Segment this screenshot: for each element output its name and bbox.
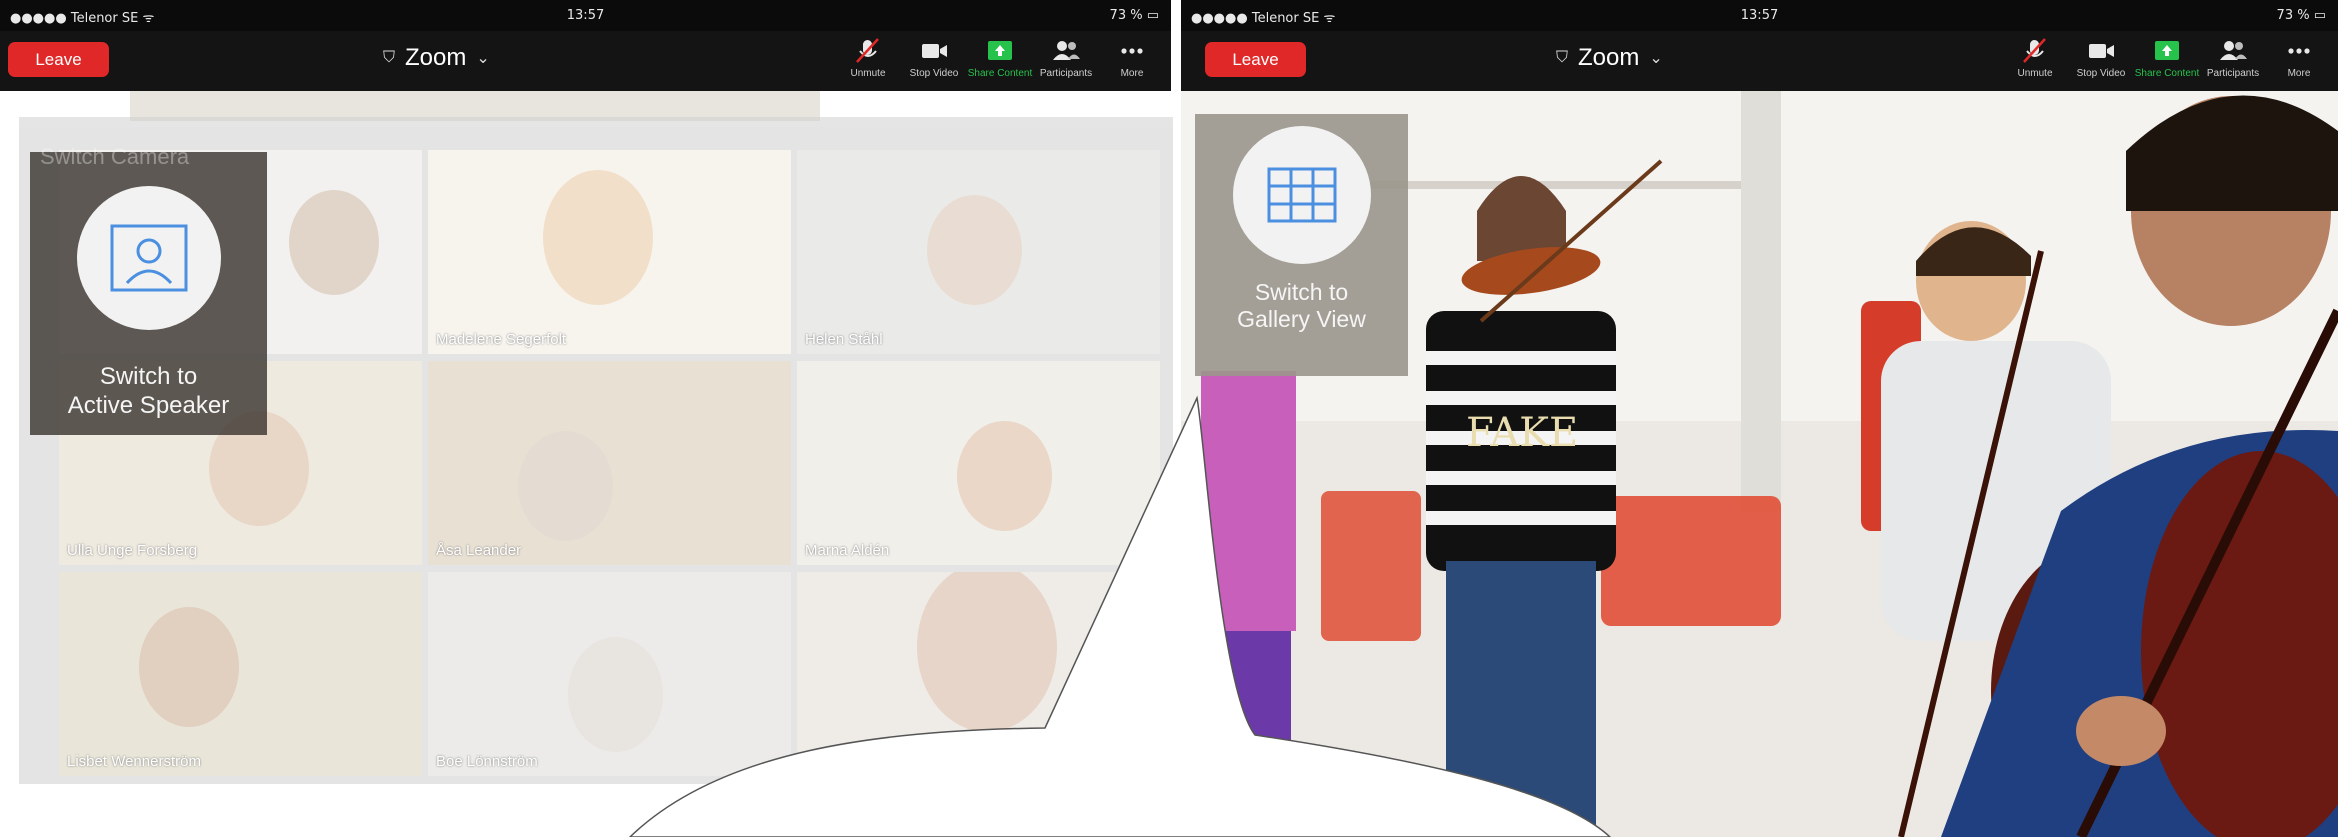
participant-face <box>917 572 1057 732</box>
switch-caption: Switch to Active Speaker <box>30 362 267 420</box>
stop-video-button[interactable]: Stop Video <box>2068 37 2134 87</box>
clock: 13:57 <box>566 8 605 23</box>
shirt-text: FAKE <box>1466 410 1578 456</box>
chevron-down-icon: ⌄ <box>476 50 490 67</box>
participant-face <box>957 421 1052 531</box>
switch-camera-label: Switch Camera <box>40 144 190 169</box>
ellipsis-icon <box>1121 48 1143 54</box>
microphone-muted-icon <box>856 38 879 63</box>
share-content-label: Share Content <box>2134 68 2200 79</box>
participant-name: Madelene Segerfolt <box>436 331 567 348</box>
gallery-tile[interactable]: Marna Aldén <box>797 361 1160 565</box>
meeting-title: Zoom <box>1578 44 1640 71</box>
unmute-label: Unmute <box>850 68 886 79</box>
meeting-title-dropdown[interactable]: ⛉ Zoom ⌄ <box>383 40 490 76</box>
participants-button[interactable]: Participants <box>1033 37 1099 87</box>
status-bar: ●●●●● Telenor SE ᯤ 13:57 73 % ▭ <box>0 0 1171 31</box>
leave-button[interactable]: Leave <box>8 42 109 77</box>
switch-caption: Switch to Gallery View <box>1195 279 1408 333</box>
stop-video-label: Stop Video <box>909 68 959 79</box>
more-label: More <box>2287 68 2311 79</box>
battery-indicator: 73 % ▭ <box>2276 8 2326 23</box>
speaker-portrait-icon <box>110 224 187 292</box>
toolbar-actions: Unmute Stop Video Share Content Particip… <box>835 37 1165 87</box>
video-camera-icon <box>2089 44 2114 58</box>
more-button[interactable]: More <box>1099 37 1165 87</box>
gallery-grid-icon <box>1267 167 1336 223</box>
gallery-tile[interactable]: Åsa Leander <box>428 361 791 565</box>
battery-indicator: 73 % ▭ <box>1109 8 1159 23</box>
participant-face <box>518 431 613 541</box>
stop-video-label: Stop Video <box>2076 68 2126 79</box>
participant-face <box>543 170 653 305</box>
participant-face <box>289 190 379 295</box>
share-content-button[interactable]: Share Content <box>967 37 1033 87</box>
gallery-tile[interactable]: Boe Lönnström <box>428 572 791 776</box>
active-speaker-overlay: Switch Camera Switch to Active Speaker <box>30 144 267 435</box>
participants-icon <box>2220 41 2247 60</box>
clock: 13:57 <box>1740 8 1779 23</box>
carrier-label: ●●●●● Telenor SE ᯤ <box>10 11 155 26</box>
leave-button[interactable]: Leave <box>1205 42 1306 77</box>
participant-face <box>568 637 663 752</box>
shield-icon: ⛉ <box>383 49 396 66</box>
participant-name: Marna Aldén <box>805 542 890 559</box>
participants-label: Participants <box>2206 68 2260 79</box>
gallery-tile[interactable] <box>797 572 1160 776</box>
participants-icon <box>1053 41 1080 60</box>
chevron-down-icon: ⌄ <box>1649 50 1663 67</box>
unmute-button[interactable]: Unmute <box>835 37 901 87</box>
participant-name: Lisbet Wennerström <box>67 753 201 770</box>
switch-caption-line: Gallery View <box>1237 306 1366 332</box>
share-screen-icon <box>988 41 1012 60</box>
gallery-view-screenshot: ●●●●● Telenor SE ᯤ 13:57 73 % ▭ Leave ⛉ … <box>0 0 1173 837</box>
meeting-title: Zoom <box>405 44 467 71</box>
switch-to-active-speaker-button[interactable] <box>76 186 221 330</box>
gallery-view-overlay: Switch to Gallery View <box>1195 114 1408 376</box>
participant-name: Boe Lönnström <box>436 753 538 770</box>
carrier-label: ●●●●● Telenor SE ᯤ <box>1191 11 1336 26</box>
stop-video-button[interactable]: Stop Video <box>901 37 967 87</box>
microphone-muted-icon <box>2023 38 2046 63</box>
unmute-button[interactable]: Unmute <box>2002 37 2068 87</box>
meeting-toolbar: Leave ⛉ Zoom ⌄ Unmute Stop Video Share C… <box>0 31 1171 91</box>
meeting-toolbar: Leave ⛉ Zoom ⌄ Unmute Stop Video Share C… <box>1181 31 2338 91</box>
unmute-label: Unmute <box>2017 68 2053 79</box>
participant-name: Åsa Leander <box>436 542 522 559</box>
status-bar: ●●●●● Telenor SE ᯤ 13:57 73 % ▭ <box>1181 0 2338 31</box>
more-label: More <box>1120 68 1144 79</box>
meeting-title-dropdown[interactable]: ⛉ Zoom ⌄ <box>1556 40 1663 76</box>
participant-name: Helen Ståhl <box>805 331 883 348</box>
participant-name: Ulla Unge Forsberg <box>67 542 198 559</box>
participant-face <box>139 607 239 727</box>
more-button[interactable]: More <box>2266 37 2332 87</box>
gallery-tile[interactable]: Lisbet Wennerström <box>59 572 422 776</box>
gallery-tile[interactable]: Madelene Segerfolt <box>428 150 791 354</box>
participant-face <box>927 195 1022 305</box>
share-screen-icon <box>2155 41 2179 60</box>
switch-caption-line: Switch to <box>99 363 198 390</box>
gallery-tile[interactable]: Helen Ståhl <box>797 150 1160 354</box>
participants-label: Participants <box>1039 68 1093 79</box>
active-speaker-screenshot: ●●●●● Telenor SE ᯤ 13:57 73 % ▭ Leave ⛉ … <box>1181 0 2338 837</box>
switch-caption-line: Switch to <box>1254 279 1349 305</box>
shield-icon: ⛉ <box>1556 49 1569 66</box>
video-camera-icon <box>922 44 947 58</box>
switch-caption-line: Active Speaker <box>67 392 230 419</box>
share-content-label: Share Content <box>967 68 1033 79</box>
share-content-button[interactable]: Share Content <box>2134 37 2200 87</box>
toolbar-actions: Unmute Stop Video Share Content Particip… <box>2002 37 2332 87</box>
participants-button[interactable]: Participants <box>2200 37 2266 87</box>
ellipsis-icon <box>2288 48 2310 54</box>
switch-to-gallery-view-button[interactable] <box>1232 126 1371 264</box>
